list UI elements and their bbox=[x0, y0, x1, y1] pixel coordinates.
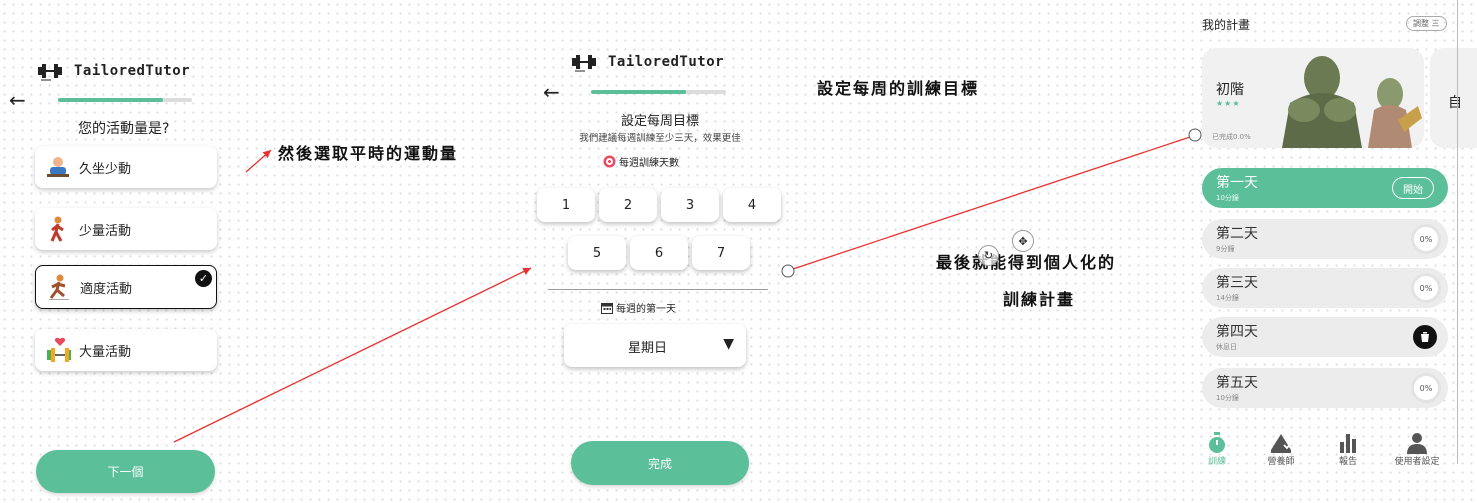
first-day-value: 星期日 bbox=[628, 341, 668, 356]
screen2-logo: TailoredTutor bbox=[572, 52, 724, 72]
day-button-1[interactable]: 1 bbox=[537, 188, 595, 222]
first-day-select[interactable]: 星期日 ▼ bbox=[564, 324, 746, 367]
desk-person-icon bbox=[45, 154, 71, 180]
user-icon bbox=[1407, 433, 1427, 454]
level-completed: 已完成0.0% bbox=[1212, 133, 1251, 141]
next-button[interactable]: 下一個 bbox=[36, 450, 215, 493]
level-illustration bbox=[1282, 56, 1422, 148]
day-button-2[interactable]: 2 bbox=[599, 188, 657, 222]
next-level-card[interactable]: 自 bbox=[1430, 48, 1477, 148]
logo-text: TailoredTutor bbox=[608, 54, 725, 70]
phone-edge bbox=[1457, 0, 1458, 464]
move-handle-icon[interactable]: ✥ bbox=[1012, 230, 1034, 252]
plan-day-5[interactable]: 第五天 10分鐘 0% bbox=[1202, 368, 1448, 408]
connector-handle-left bbox=[781, 264, 795, 278]
day-button-3[interactable]: 3 bbox=[661, 188, 719, 222]
heart-dumbbell-icon bbox=[45, 337, 71, 363]
annotation-step2: 設定每周的訓練目標 bbox=[817, 79, 980, 98]
plan-day-4[interactable]: 第四天 休息日 bbox=[1202, 317, 1448, 357]
connector-handle-right bbox=[1188, 128, 1202, 142]
running-person-icon bbox=[46, 274, 72, 300]
option-light[interactable]: 少量活動 bbox=[35, 208, 217, 250]
logo-text: TailoredTutor bbox=[74, 63, 191, 79]
day-button-5[interactable]: 5 bbox=[568, 236, 626, 270]
stopwatch-icon bbox=[1209, 432, 1225, 453]
progress-ring: 0% bbox=[1411, 224, 1441, 254]
chevron-down-icon: ▼ bbox=[723, 336, 734, 352]
dumbbell-icon bbox=[572, 55, 596, 72]
nav-label: 使用者設定 bbox=[1394, 457, 1440, 467]
walking-person-icon bbox=[45, 216, 71, 242]
nav-user-settings[interactable]: 使用者設定 bbox=[1387, 432, 1447, 467]
adjust-button[interactable]: 調整 三 bbox=[1406, 16, 1447, 31]
calendar-icon bbox=[601, 302, 613, 314]
screen1-back-icon[interactable]: ← bbox=[9, 88, 26, 112]
scale-icon bbox=[1271, 434, 1293, 453]
option-intense[interactable]: 大量活動 bbox=[35, 329, 217, 371]
annotation-step1: 然後選取平時的運動量 bbox=[278, 144, 459, 163]
progress-ring: 0% bbox=[1411, 273, 1441, 303]
day-button-4[interactable]: 4 bbox=[723, 188, 781, 222]
option-label: 少量活動 bbox=[79, 223, 132, 239]
start-button[interactable]: 開始 bbox=[1392, 177, 1434, 199]
first-day-label-row: 每週的第一天 bbox=[601, 300, 676, 315]
screen1-logo: TailoredTutor bbox=[38, 61, 190, 81]
nav-training[interactable]: 訓練 bbox=[1187, 432, 1247, 467]
option-label: 大量活動 bbox=[79, 344, 132, 360]
weekly-goal-subtitle: 我們建議每週訓練至少三天，效果更佳 bbox=[579, 133, 741, 144]
screen1-progress-bar bbox=[58, 98, 192, 102]
target-icon bbox=[603, 155, 616, 168]
done-button[interactable]: 完成 bbox=[571, 441, 749, 485]
screen2-progress-fill bbox=[591, 90, 686, 94]
annotation-step3-line2: 訓練計畫 bbox=[1003, 290, 1076, 309]
my-plan-title: 我的計畫 bbox=[1202, 18, 1251, 32]
nav-label: 營養師 bbox=[1267, 457, 1295, 467]
days-label: 每週訓練天數 bbox=[619, 158, 679, 169]
screen1-progress-fill bbox=[58, 98, 163, 102]
plan-day-3[interactable]: 第三天 14分鐘 0% bbox=[1202, 268, 1448, 308]
nav-label: 訓練 bbox=[1207, 457, 1226, 467]
plan-day-1[interactable]: 第一天 10分鐘 開始 bbox=[1202, 168, 1448, 208]
first-day-label: 每週的第一天 bbox=[616, 304, 676, 315]
nav-label: 報告 bbox=[1338, 457, 1357, 467]
day-button-7[interactable]: 7 bbox=[692, 236, 750, 270]
days-label-row: 每週訓練天數 bbox=[603, 154, 679, 169]
option-label: 久坐少動 bbox=[79, 161, 132, 177]
dumbbell-icon bbox=[38, 64, 62, 81]
nav-report[interactable]: 報告 bbox=[1318, 432, 1378, 467]
day-button-6[interactable]: 6 bbox=[630, 236, 688, 270]
screen2-back-icon[interactable]: ← bbox=[543, 80, 560, 104]
activity-question: 您的活動量是? bbox=[78, 121, 170, 137]
option-moderate[interactable]: 適度活動 ✓ bbox=[35, 265, 217, 309]
plan-day-2[interactable]: 第二天 9分鐘 0% bbox=[1202, 219, 1448, 259]
rotate-handle-icon[interactable]: ↻ bbox=[978, 245, 999, 266]
progress-ring: 0% bbox=[1411, 373, 1441, 403]
annotation-step3-line1: 最後就能得到個人化的 bbox=[936, 253, 1117, 272]
arrow-screen1-to-screen2 bbox=[173, 267, 532, 443]
check-icon: ✓ bbox=[195, 270, 212, 287]
day-duration: 休息日 bbox=[1216, 343, 1237, 351]
next-level-title: 自 bbox=[1448, 95, 1462, 111]
nav-nutritionist[interactable]: 營養師 bbox=[1251, 432, 1311, 467]
divider bbox=[548, 289, 768, 290]
arrow-step1 bbox=[245, 149, 272, 173]
level-title: 初階 bbox=[1216, 82, 1244, 98]
weekly-goal-title: 設定每周目標 bbox=[620, 114, 699, 129]
level-card[interactable]: 初階 ★★★ 已完成0.0% bbox=[1202, 48, 1424, 148]
option-sedentary[interactable]: 久坐少動 bbox=[35, 146, 217, 188]
cup-icon bbox=[1413, 325, 1437, 349]
screen2-progress-bar bbox=[591, 90, 726, 94]
option-label: 適度活動 bbox=[80, 281, 133, 297]
bar-chart-icon bbox=[1340, 434, 1356, 453]
level-stars: ★★★ bbox=[1216, 99, 1241, 108]
